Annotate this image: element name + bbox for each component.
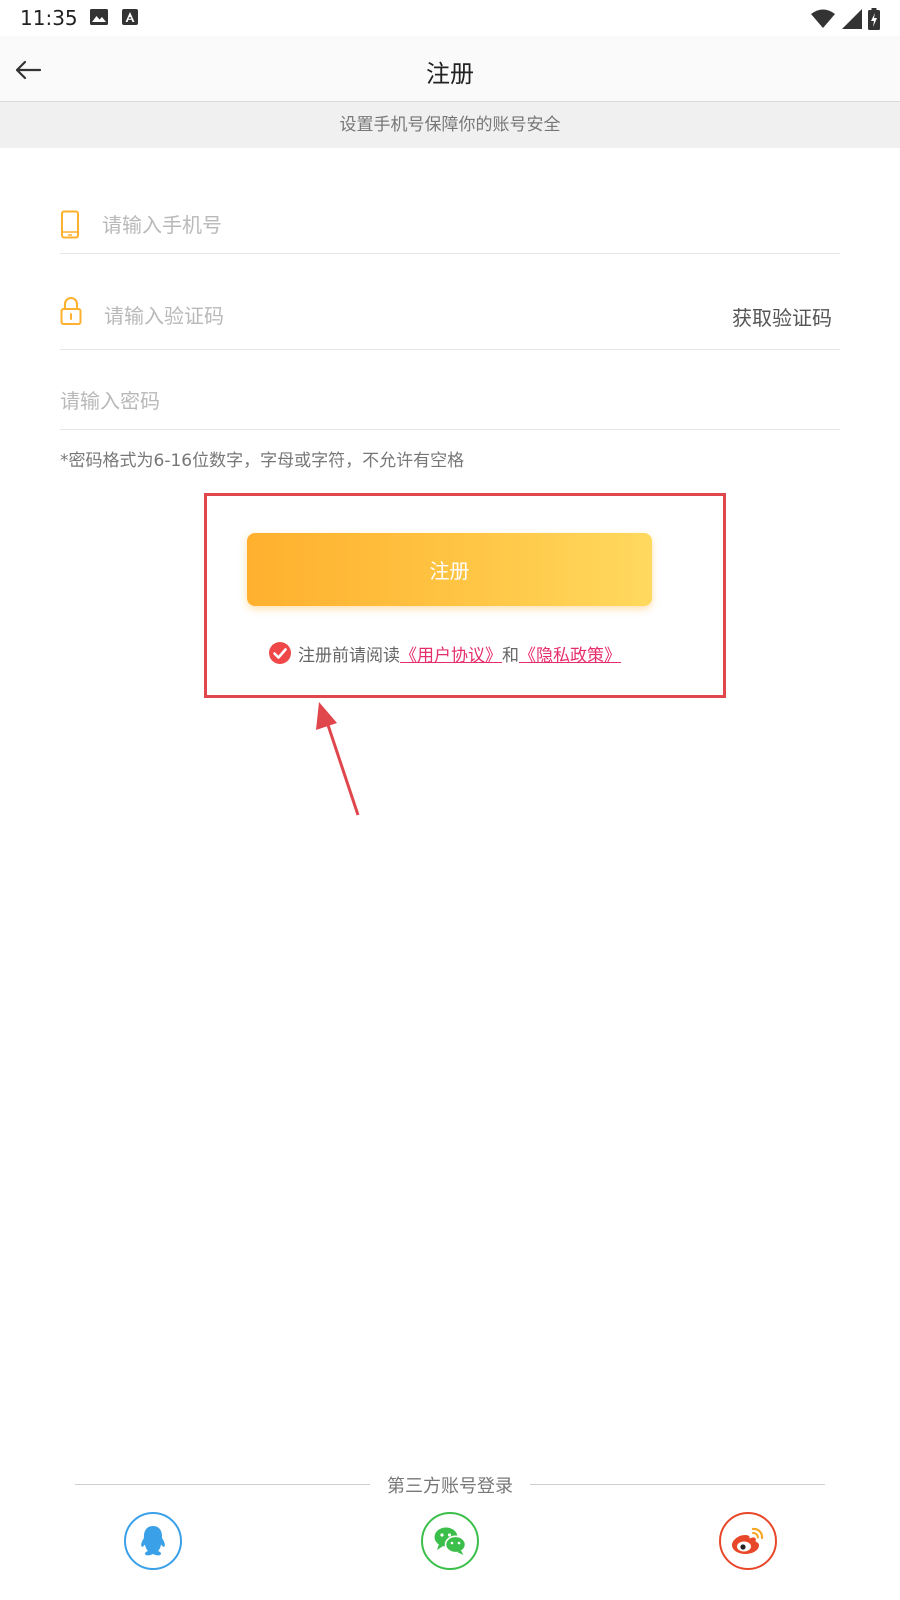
user-agreement-link[interactable]: 《用户协议》 [400,641,502,666]
agreement-row: 注册前请阅读 《用户协议》 和 《隐私政策》 [268,640,621,666]
wechat-icon [434,1527,467,1555]
battery-charging-icon [868,8,880,30]
get-code-button[interactable]: 获取验证码 [732,302,832,331]
phone-input[interactable] [102,196,802,253]
page-title: 注册 [426,60,474,88]
signal-icon [842,9,862,29]
verification-code-field: 获取验证码 [60,282,840,350]
check-circle-icon[interactable] [268,641,292,665]
wechat-login-button[interactable] [421,1512,479,1570]
password-input[interactable] [60,372,820,429]
weibo-icon [732,1527,764,1554]
weibo-login-button[interactable] [719,1512,777,1570]
status-bar: 11:35 [0,0,900,36]
agreement-prefix: 注册前请阅读 [298,645,400,666]
status-right-icons [810,8,880,30]
phone-field [60,196,840,254]
keyboard-icon [122,9,138,25]
third-party-divider: 第三方账号登录 [75,1470,825,1500]
subtitle-bar: 设置手机号保障你的账号安全 [0,102,900,148]
phone-icon [61,210,79,239]
verification-code-input[interactable] [104,282,664,349]
annotation-arrow-icon [316,702,360,816]
lock-icon [60,297,82,325]
wifi-icon [811,9,835,28]
status-left-icons [90,9,138,25]
agreement-conjunction: 和 [502,645,519,666]
status-time: 11:35 [20,6,78,30]
app-bar: 注册 [0,36,900,102]
password-hint: *密码格式为6-16位数字，字母或字符，不允许有空格 [60,451,465,471]
qq-icon [141,1526,165,1556]
privacy-policy-link[interactable]: 《隐私政策》 [519,641,621,666]
qq-login-button[interactable] [124,1512,182,1570]
password-field [60,372,840,430]
image-icon [90,9,108,25]
third-party-label: 第三方账号登录 [387,1476,513,1497]
divider-line-right [530,1484,825,1485]
register-button[interactable]: 注册 [247,533,652,606]
